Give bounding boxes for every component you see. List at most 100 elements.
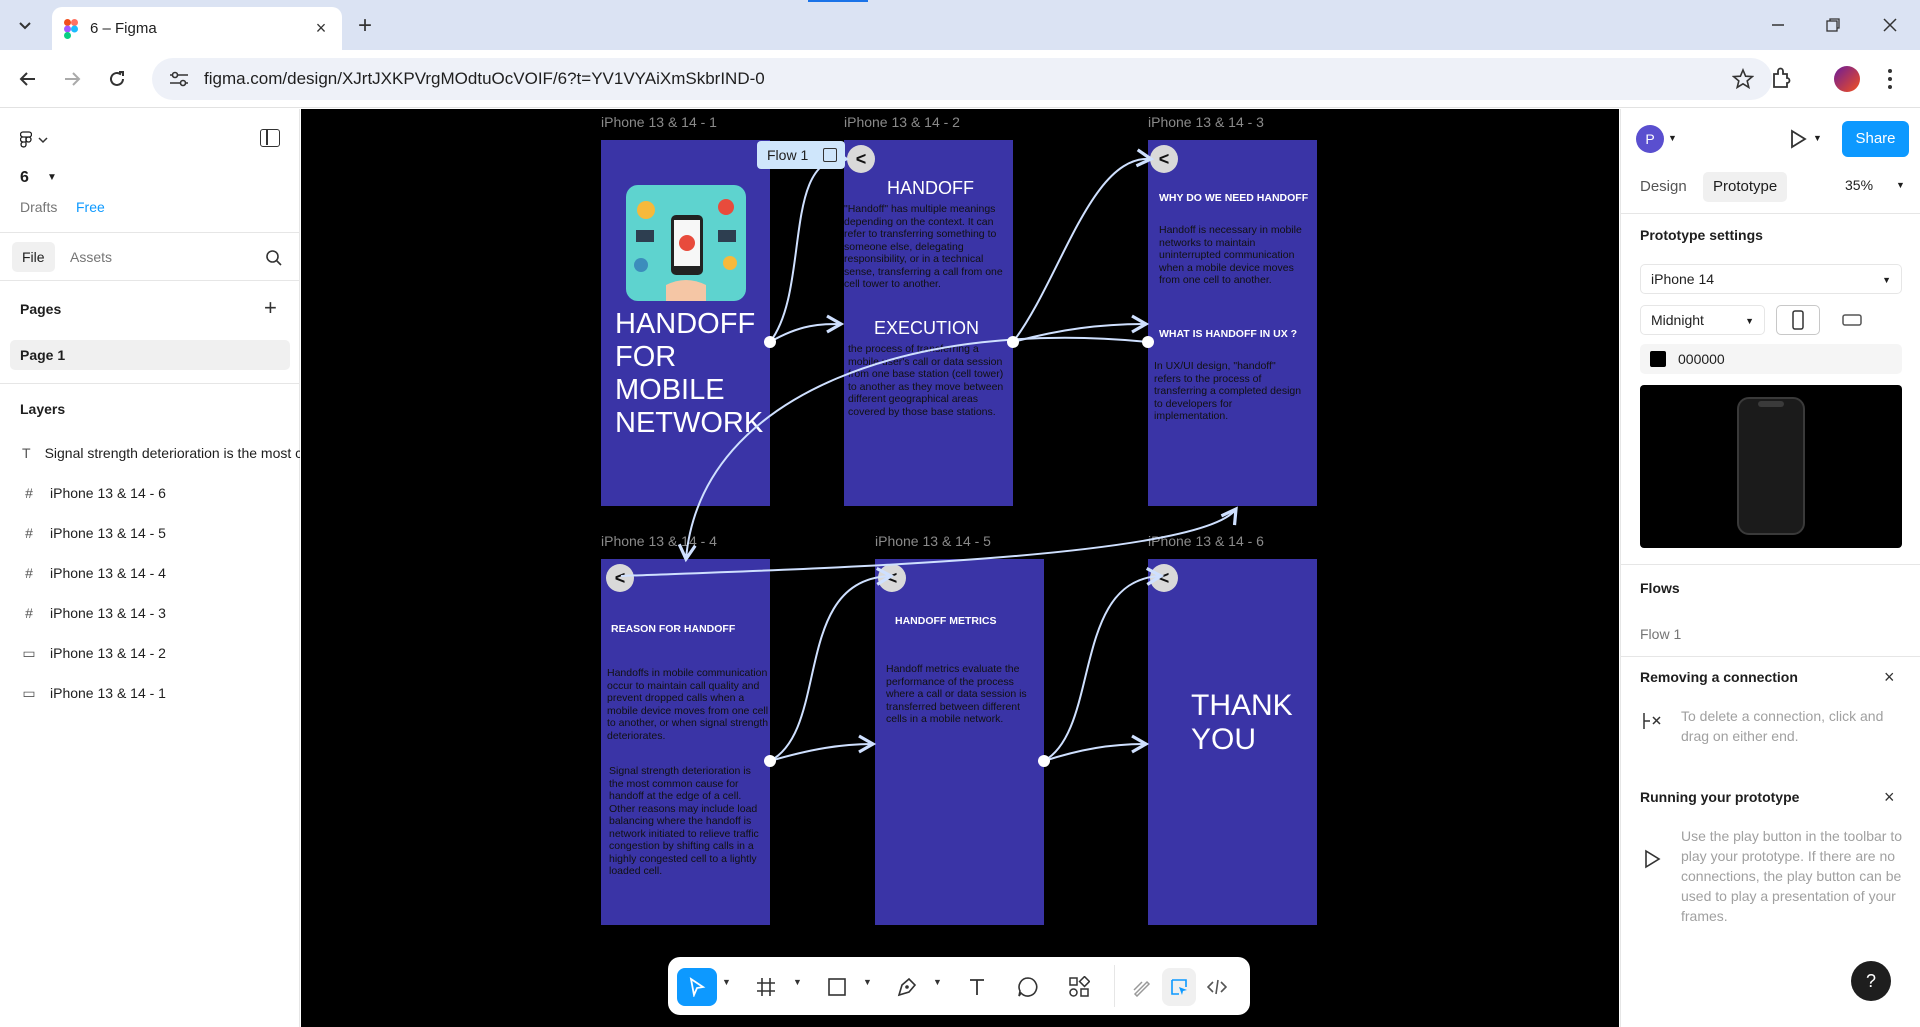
figma-logo-icon	[64, 18, 78, 39]
profile-avatar[interactable]	[1834, 66, 1860, 92]
move-tool-button[interactable]	[677, 968, 717, 1006]
frame-icon: #	[25, 605, 33, 621]
layer-item[interactable]: # iPhone 13 & 14 - 4	[0, 553, 300, 593]
connection-line	[769, 314, 845, 343]
frame-icon	[757, 978, 775, 996]
arrow-left-icon	[19, 72, 35, 86]
play-icon[interactable]	[1789, 129, 1807, 149]
restore-button[interactable]	[1815, 10, 1851, 40]
device-color-select[interactable]: Midnight ▼	[1640, 305, 1765, 335]
text-icon	[970, 979, 984, 995]
chevron-down-icon[interactable]: ▼	[933, 977, 942, 987]
close-icon[interactable]: ×	[1884, 668, 1895, 686]
design-mode-button[interactable]	[1162, 968, 1196, 1006]
toggle-sidebar-icon[interactable]	[260, 129, 280, 147]
chevron-down-icon[interactable]: ▼	[1813, 133, 1822, 143]
landscape-phone-icon	[1842, 314, 1862, 326]
dev-mode-button[interactable]	[1200, 968, 1234, 1006]
connection-line	[769, 567, 895, 762]
tab-design[interactable]: Design	[1630, 172, 1697, 202]
layer-name: iPhone 13 & 14 - 3	[50, 605, 166, 621]
connection-node	[764, 755, 776, 767]
close-icon[interactable]: ×	[1884, 788, 1895, 806]
reload-button[interactable]	[103, 65, 131, 93]
add-page-button[interactable]: +	[264, 297, 277, 319]
comment-tool-button[interactable]	[1008, 968, 1048, 1006]
main-menu-button[interactable]	[20, 131, 48, 149]
tab-close-icon[interactable]: ×	[312, 18, 330, 38]
layer-item[interactable]: T Signal strength deterioration is the m…	[0, 433, 300, 473]
close-window-button[interactable]	[1872, 10, 1908, 40]
plan-badge[interactable]: Free	[76, 199, 105, 215]
site-info-icon[interactable]	[168, 68, 190, 90]
search-icon[interactable]	[265, 249, 283, 267]
landscape-button[interactable]	[1830, 305, 1874, 335]
chevron-down-icon[interactable]: ▼	[793, 977, 802, 987]
browser-tab-bar: 6 – Figma × +	[0, 0, 1920, 50]
rectangle-icon: ▭	[22, 684, 36, 701]
layer-name: iPhone 13 & 14 - 6	[50, 485, 166, 501]
text-tool-button[interactable]	[957, 968, 997, 1006]
chevron-down-icon: ▼	[1882, 275, 1891, 285]
loading-indicator	[808, 0, 868, 2]
divider	[1621, 656, 1920, 657]
tab-title: 6 – Figma	[90, 20, 157, 37]
address-bar[interactable]: figma.com/design/XJrtJXKPVrgMOdtuOcVOIF/…	[152, 58, 1772, 100]
user-avatar[interactable]: P	[1636, 125, 1664, 153]
chevron-down-icon[interactable]: ▼	[1668, 133, 1677, 143]
more-vertical-icon[interactable]	[1880, 66, 1900, 92]
chevron-down-icon[interactable]: ▼	[863, 977, 872, 987]
layer-name: iPhone 13 & 14 - 1	[50, 685, 166, 701]
layer-item[interactable]: # iPhone 13 & 14 - 5	[0, 513, 300, 553]
bookmark-star-icon[interactable]	[1732, 68, 1754, 90]
pen-tool-button[interactable]	[887, 968, 927, 1006]
page-item[interactable]: Page 1	[10, 340, 290, 370]
layer-item[interactable]: ▭ iPhone 13 & 14 - 1	[0, 673, 300, 713]
tab-file[interactable]: File	[12, 242, 55, 272]
tab-assets[interactable]: Assets	[60, 242, 122, 272]
shape-tool-button[interactable]	[817, 968, 857, 1006]
prototype-connections[interactable]	[301, 109, 1619, 1027]
design-canvas[interactable]: iPhone 13 & 14 - 1 iPhone 13 & 14 - 2 iP…	[301, 109, 1619, 1027]
portrait-button[interactable]	[1776, 305, 1820, 335]
flow-starting-point[interactable]: Flow 1	[757, 141, 845, 169]
actions-tool-button[interactable]	[1059, 968, 1099, 1006]
chevron-down-icon[interactable]: ▼	[1896, 180, 1905, 190]
help-button[interactable]: ?	[1851, 961, 1891, 1001]
arrow-right-icon	[65, 72, 81, 86]
phone-preview-image	[1737, 397, 1805, 535]
file-name[interactable]: 6	[20, 169, 29, 187]
device-select[interactable]: iPhone 14 ▼	[1640, 264, 1902, 294]
share-button[interactable]: Share	[1842, 121, 1909, 157]
info-text: To delete a connection, click and drag o…	[1681, 708, 1884, 744]
frame-tool-button[interactable]	[746, 968, 786, 1006]
layer-item[interactable]: ▭ iPhone 13 & 14 - 2	[0, 633, 300, 673]
flow-present-icon[interactable]	[823, 148, 837, 162]
forward-button[interactable]	[58, 65, 86, 93]
connection-node	[1007, 336, 1019, 348]
color-swatch[interactable]	[1650, 351, 1666, 367]
chevron-down-icon[interactable]: ▼	[47, 172, 57, 183]
browser-tab[interactable]: 6 – Figma ×	[52, 7, 342, 50]
tab-prototype[interactable]: Prototype	[1703, 172, 1788, 202]
draw-mode-button[interactable]	[1125, 968, 1159, 1006]
pages-title: Pages	[20, 301, 62, 317]
play-icon	[1645, 849, 1661, 869]
new-tab-button[interactable]: +	[352, 13, 378, 39]
flow-item[interactable]: Flow 1	[1640, 626, 1681, 642]
file-location[interactable]: Drafts	[20, 199, 57, 215]
zoom-level[interactable]: 35%	[1845, 177, 1873, 193]
minimize-button[interactable]	[1760, 10, 1796, 40]
extensions-puzzle-icon[interactable]	[1768, 64, 1796, 92]
back-button[interactable]	[14, 65, 42, 93]
tab-search-button[interactable]	[12, 13, 38, 39]
chevron-down-icon[interactable]: ▼	[722, 977, 731, 987]
rectangle-icon	[828, 978, 846, 996]
section-title: Removing a connection	[1640, 669, 1798, 685]
background-color-field[interactable]: 000000	[1640, 344, 1902, 374]
layer-item[interactable]: # iPhone 13 & 14 - 6	[0, 473, 300, 513]
layer-item[interactable]: # iPhone 13 & 14 - 3	[0, 593, 300, 633]
divider	[0, 280, 300, 281]
left-panel: 6 ▼ Drafts Free File Assets Pages + Page…	[0, 109, 300, 1027]
connection-node	[1038, 755, 1050, 767]
